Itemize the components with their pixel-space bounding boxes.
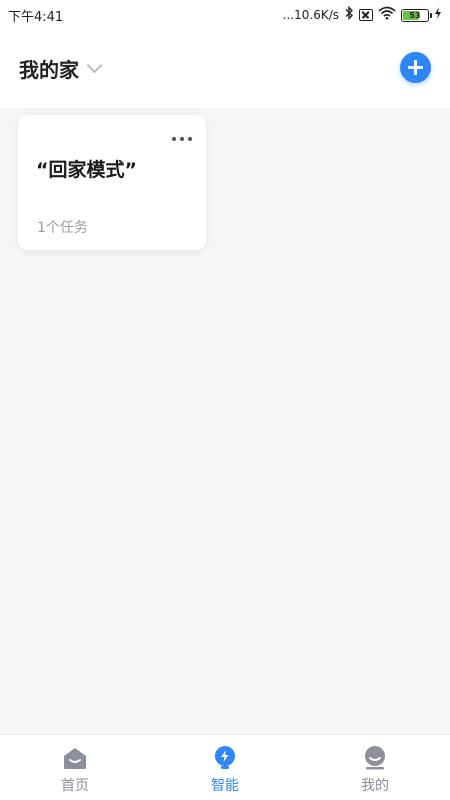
battery-level: 53 (409, 10, 421, 20)
tab-profile[interactable]: 我的 (300, 735, 450, 800)
status-time: 下午4:41 (8, 9, 64, 25)
tab-smart-label: 智能 (211, 778, 239, 794)
home-icon (64, 748, 86, 769)
status-bar: 下午4:41 ...10.6K/s 53 (0, 0, 450, 30)
more-dots-icon[interactable] (172, 137, 192, 141)
home-title: 我的家 (19, 58, 79, 82)
wifi-icon (378, 6, 396, 24)
status-icons: ...10.6K/s 53 (282, 5, 442, 24)
tab-home[interactable]: 首页 (0, 735, 150, 800)
user-icon (365, 746, 385, 770)
network-speed: ...10.6K/s (282, 8, 339, 22)
scene-card[interactable]: “回家模式” 1个任务 (18, 115, 206, 250)
tab-home-label: 首页 (61, 778, 89, 794)
page-header: 我的家 (0, 30, 450, 108)
bottom-tab-bar: 首页 智能 我的 (0, 734, 450, 800)
tab-profile-label: 我的 (361, 778, 389, 794)
battery-icon: 53 (401, 8, 432, 22)
home-selector[interactable]: 我的家 (19, 54, 103, 83)
smart-bolt-icon (215, 746, 235, 769)
chevron-down-icon (86, 57, 103, 74)
scene-title: “回家模式” (36, 159, 137, 181)
sim-off-icon (359, 9, 373, 21)
bluetooth-icon (344, 5, 354, 24)
scene-task-count: 1个任务 (37, 220, 88, 236)
add-scene-button[interactable] (400, 52, 431, 83)
charging-icon (434, 7, 442, 23)
tab-smart[interactable]: 智能 (150, 735, 300, 800)
